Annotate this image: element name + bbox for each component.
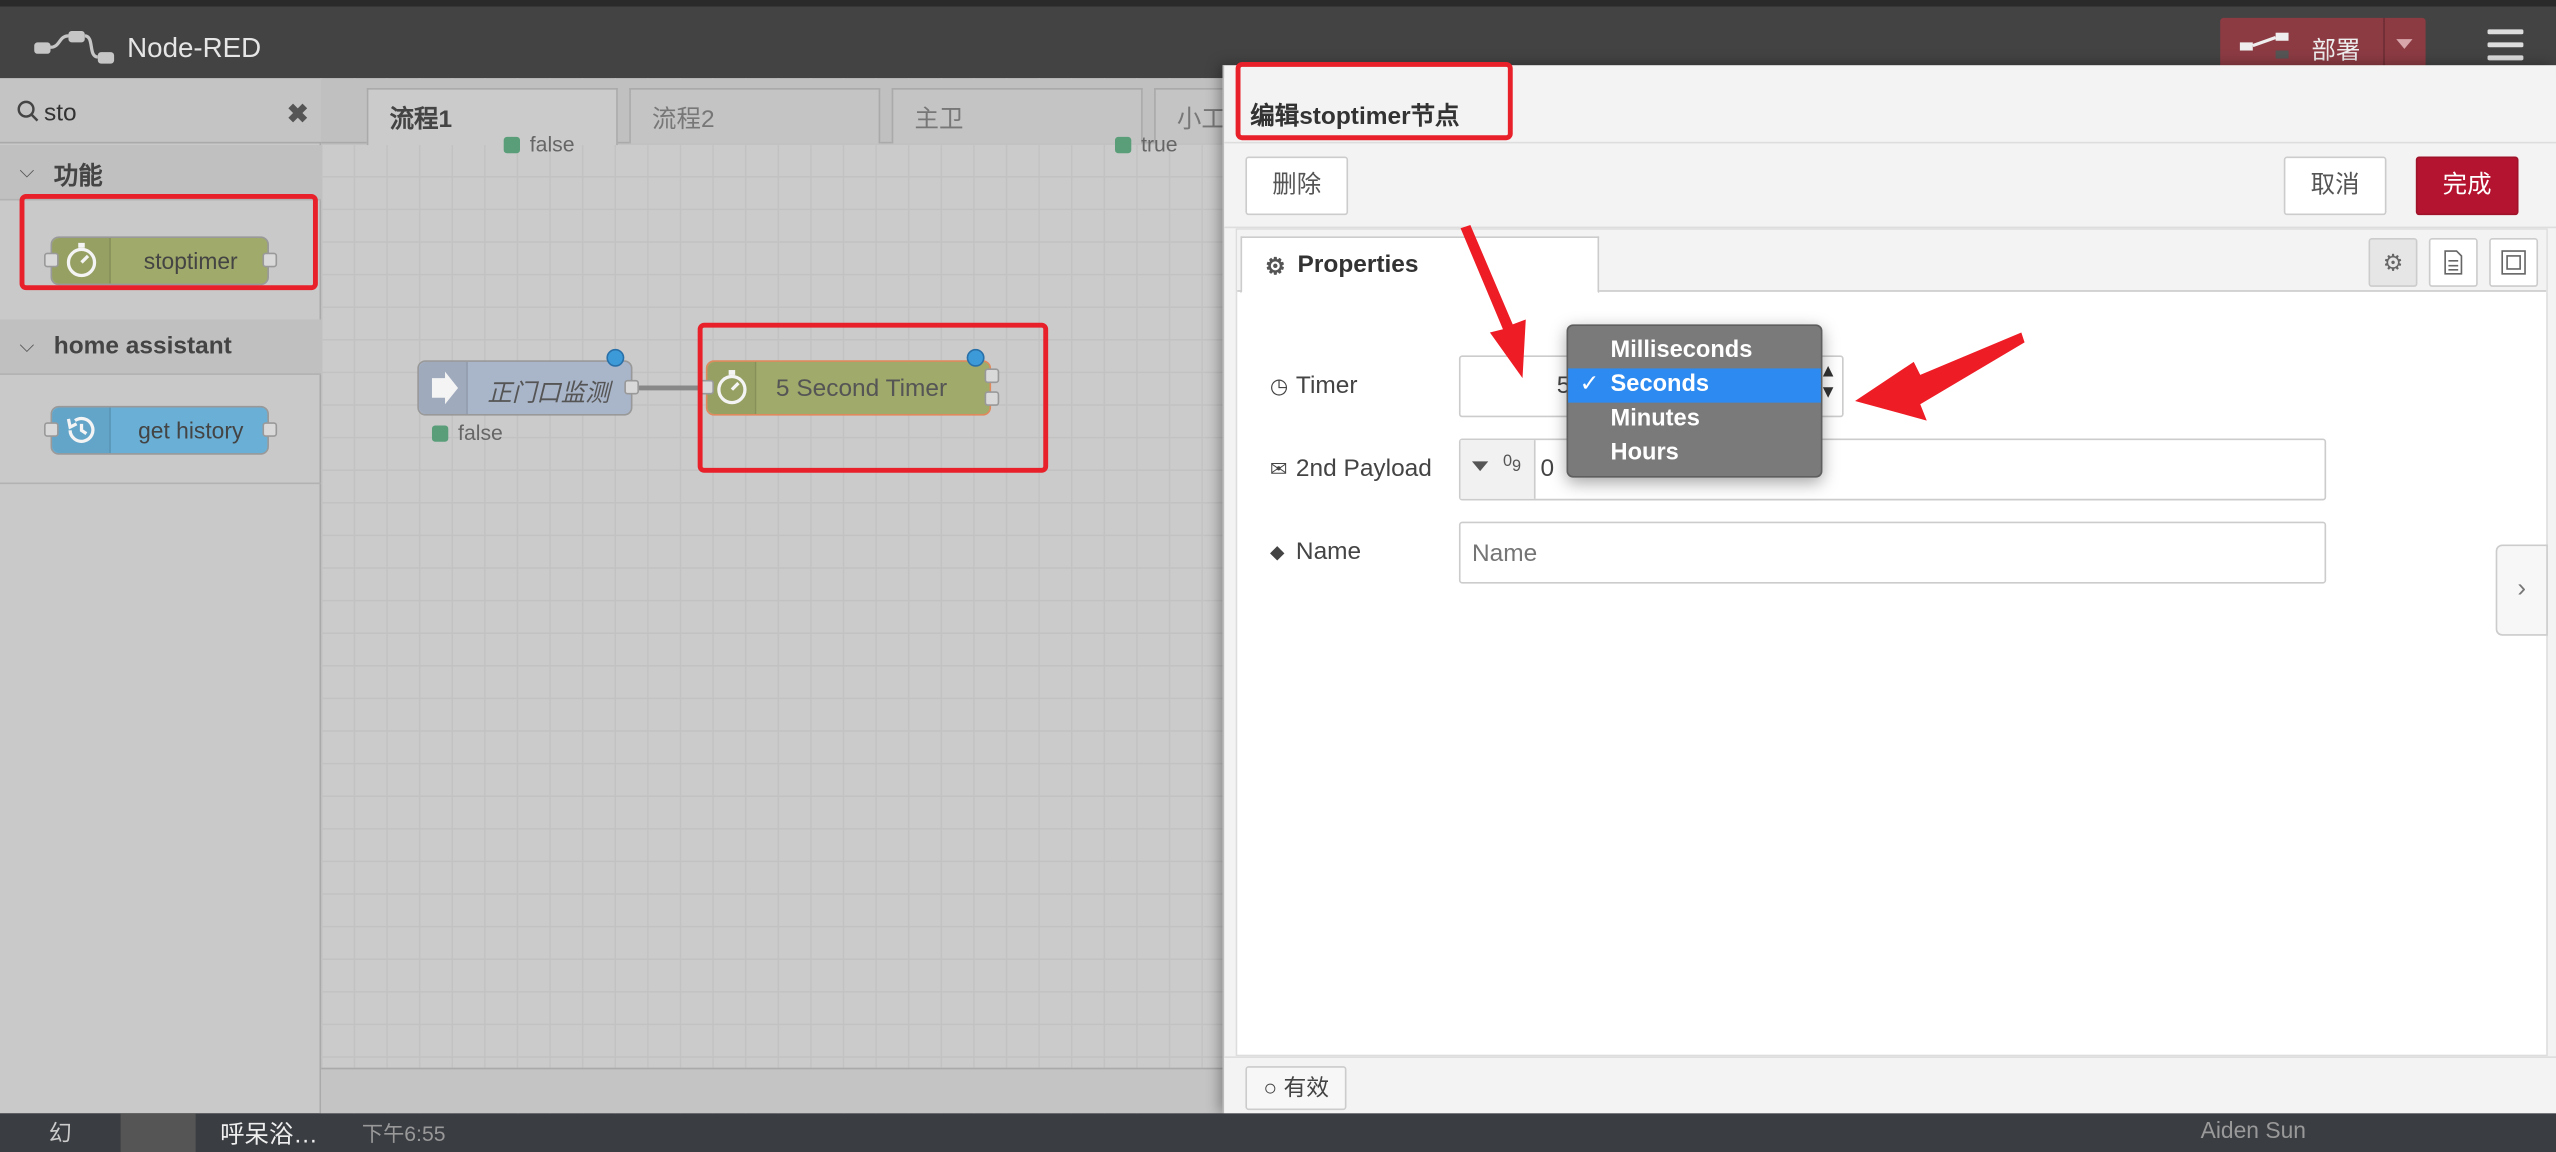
strip-text: 下午6:55	[361, 1121, 446, 1146]
timer-unit-dropdown: Milliseconds ✓ Seconds Minutes Hours	[1566, 324, 1823, 478]
app-title: Node-RED	[127, 32, 262, 64]
tab-flow-1[interactable]: 流程1	[366, 88, 618, 146]
category-header-home-assistant[interactable]: ⌵ home assistant	[0, 319, 322, 375]
background-window-strip: 幻 呼呆浴… 下午6:55 Aiden Sun	[0, 1113, 2556, 1152]
annotation-arrow-icon	[1460, 224, 1526, 379]
settings-gear-icon[interactable]: ⚙	[2368, 237, 2418, 287]
name-label: ⬥ Name	[1269, 537, 1362, 566]
flow-node-label: 正门口监测	[487, 379, 610, 408]
tab-flow-2[interactable]: 流程2	[629, 88, 881, 144]
search-icon	[17, 100, 39, 122]
node-status: false	[431, 420, 503, 446]
circle-icon: ○	[1263, 1074, 1284, 1101]
clock-icon: ◷	[1269, 373, 1289, 398]
deploy-icon	[2239, 32, 2289, 59]
category-name: 功能	[53, 163, 103, 191]
chevron-right-icon[interactable]: ›	[2495, 544, 2548, 636]
checkmark-icon: ✓	[1579, 371, 1600, 398]
status-dot	[431, 425, 449, 442]
caret-down-icon	[1471, 461, 1489, 472]
deploy-dropdown-caret-icon[interactable]	[2396, 39, 2413, 49]
status-dot	[1114, 136, 1132, 154]
timer-label: ◷ Timer	[1269, 371, 1358, 400]
gear-icon: ⚙	[1264, 252, 1286, 279]
dropdown-option-hours[interactable]: Hours	[1568, 437, 1821, 471]
status-dot	[503, 136, 521, 154]
clear-search-icon[interactable]: ✖	[287, 98, 309, 131]
node-status: false	[503, 132, 575, 157]
strip-text: 幻	[48, 1119, 72, 1146]
enabled-label: 有效	[1283, 1074, 1330, 1101]
output-port	[624, 379, 639, 395]
flow-node-front-door-monitor[interactable]: 正门口监测	[417, 348, 639, 416]
tab-master-bath[interactable]: 主卫	[891, 88, 1143, 144]
envelope-icon: ✉	[1269, 456, 1288, 481]
number-type-icon: 09	[1502, 453, 1522, 476]
properties-tabs: ⚙ Properties ⚙	[1237, 229, 2547, 294]
payload-label: ✉ 2nd Payload	[1269, 454, 1432, 483]
workspace-tabs: 流程1 流程2 主卫 小工	[321, 78, 1252, 146]
tab-label: Properties	[1297, 251, 1419, 279]
tray-toolbar: 删除 取消 完成	[1224, 143, 2556, 229]
deploy-label: 部署	[2311, 37, 2361, 66]
changed-indicator	[606, 348, 625, 367]
palette-divider	[0, 482, 322, 485]
thumbnail	[120, 1113, 196, 1152]
tray-footer: ○ 有效	[1224, 1056, 2556, 1114]
tag-icon: ⬥	[1269, 539, 1285, 565]
input-port	[44, 422, 59, 437]
name-input[interactable]	[1458, 521, 2327, 584]
flow-workspace[interactable]: 流程1 流程2 主卫 小工 false true 正门口监测 false 5 S…	[321, 78, 1252, 1114]
output-port	[262, 422, 278, 437]
payload-value: 0	[1540, 454, 1555, 483]
category-header-function[interactable]: ⌵ 功能	[0, 145, 322, 201]
dropdown-option-milliseconds[interactable]: Milliseconds	[1568, 334, 1821, 368]
status-text: true	[1141, 132, 1178, 157]
description-document-icon[interactable]	[2428, 237, 2478, 287]
edit-node-tray: 编辑stoptimer节点 删除 取消 完成 ⚙ Properties ⚙ ◷ …	[1222, 61, 2556, 1114]
annotation-arrow-icon	[1855, 332, 2025, 421]
search-input[interactable]: sto	[44, 99, 77, 127]
dropdown-option-seconds[interactable]: ✓ Seconds	[1568, 368, 1821, 403]
delete-button[interactable]: 删除	[1245, 156, 1349, 216]
palette-node-label: get history	[138, 417, 244, 444]
enabled-toggle[interactable]: ○ 有效	[1245, 1066, 1348, 1111]
done-button[interactable]: 完成	[2415, 156, 2519, 216]
highlight-box	[1235, 61, 1513, 141]
node-red-logo-icon	[34, 30, 115, 64]
strip-text: 呼呆浴…	[220, 1121, 318, 1150]
workspace-footer	[321, 1067, 1223, 1114]
main-menu-hamburger-icon[interactable]	[2487, 29, 2524, 62]
chevron-down-icon: ⌵	[19, 159, 35, 183]
status-text: false	[458, 420, 503, 446]
strip-text: Aiden Sun	[2200, 1116, 2306, 1143]
category-name: home assistant	[53, 332, 232, 361]
payload-type-selector[interactable]: 09	[1460, 440, 1536, 499]
highlight-box	[19, 193, 318, 291]
node-status: true	[1114, 132, 1178, 157]
status-text: false	[529, 132, 575, 157]
dropdown-option-minutes[interactable]: Minutes	[1568, 403, 1821, 437]
palette-search[interactable]: sto ✖	[0, 78, 322, 144]
screen: Node-RED 部署 sto ✖ ⌵ 功能 stoptimer ⌵ home …	[0, 0, 2556, 1152]
history-icon	[52, 407, 111, 454]
arrow-right-icon	[418, 361, 468, 415]
palette-sidebar: sto ✖ ⌵ 功能 stoptimer ⌵ home assistant ge…	[0, 78, 322, 1152]
appearance-frame-icon[interactable]	[2489, 237, 2539, 287]
highlight-box	[697, 322, 1049, 473]
chevron-down-icon: ⌵	[19, 334, 35, 357]
cancel-button[interactable]: 取消	[2283, 156, 2387, 216]
palette-node-get-history[interactable]: get history	[44, 405, 278, 455]
